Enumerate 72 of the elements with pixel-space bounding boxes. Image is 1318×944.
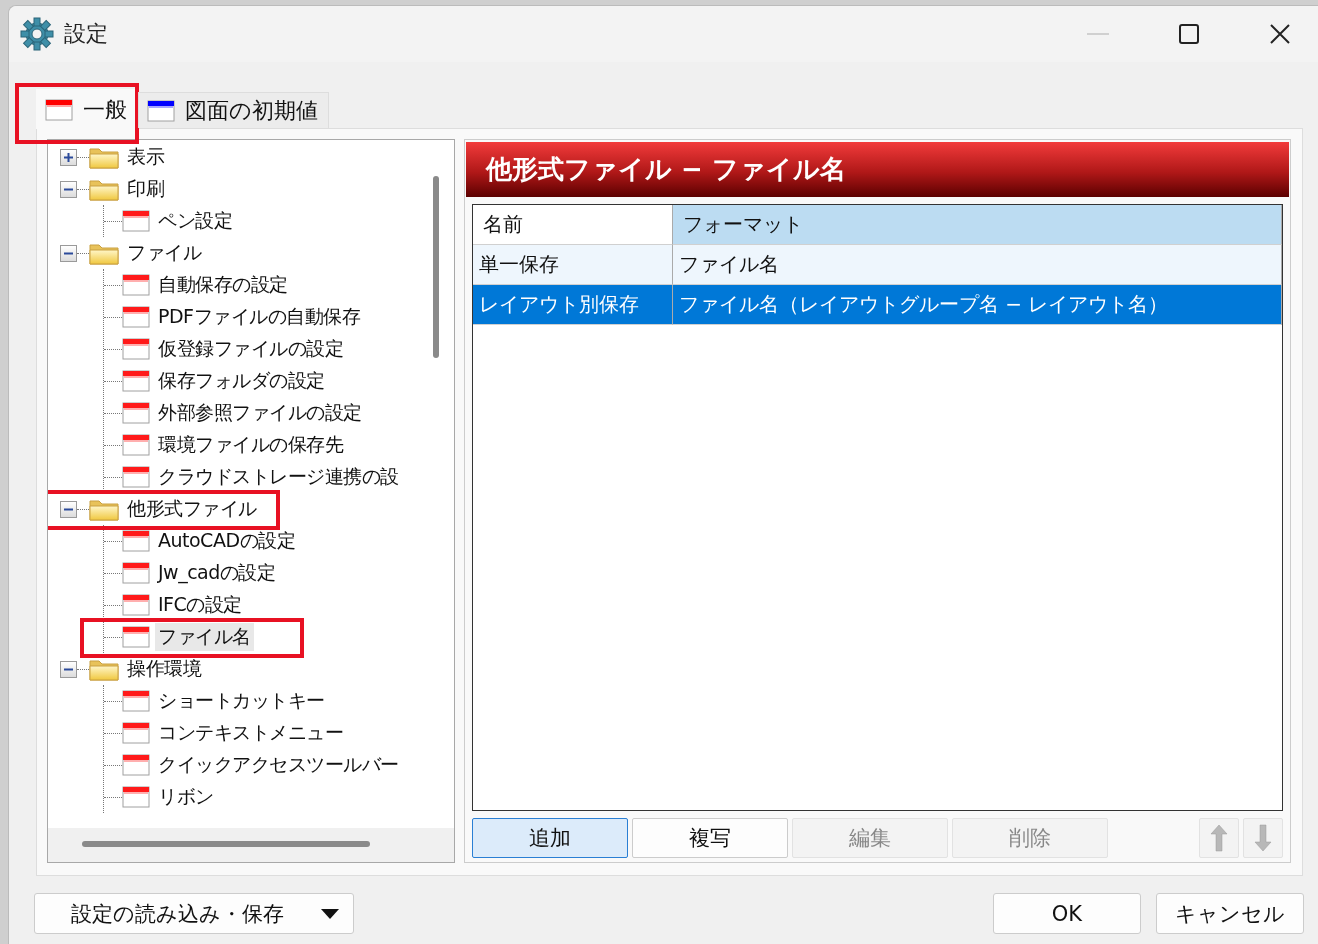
tab[interactable]: 図面の初期値 xyxy=(138,92,329,128)
load-save-menu-button[interactable]: 設定の読み込み・保存 xyxy=(34,893,354,934)
tree-item[interactable]: 他形式ファイル xyxy=(124,495,260,523)
tree-item[interactable]: AutoCADの設定 xyxy=(155,527,298,555)
arrow-down-icon xyxy=(1252,823,1274,853)
tree-item[interactable]: ファイル名 xyxy=(155,623,254,651)
tree-item[interactable]: 印刷 xyxy=(124,175,167,203)
page-icon xyxy=(122,370,150,392)
folder-icon xyxy=(89,497,119,521)
page-icon xyxy=(122,338,150,360)
tree-item[interactable]: 環境ファイルの保存先 xyxy=(155,431,346,459)
tree-item[interactable]: ショートカットキー xyxy=(155,687,328,715)
page-icon xyxy=(122,786,150,808)
dropdown-caret-icon xyxy=(321,908,339,919)
tree-item[interactable]: 保存フォルダの設定 xyxy=(155,367,328,395)
collapse-toggle[interactable] xyxy=(60,660,77,678)
vertical-scrollbar[interactable] xyxy=(433,176,439,358)
tab[interactable]: 一般 xyxy=(36,89,138,129)
tree-item[interactable]: 自動保存の設定 xyxy=(155,271,291,299)
gear-icon xyxy=(20,17,54,51)
folder-icon xyxy=(89,241,119,265)
dialog-button[interactable]: OK xyxy=(993,893,1141,934)
page-icon xyxy=(122,434,150,456)
page-icon xyxy=(122,754,150,776)
collapse-toggle[interactable] xyxy=(60,244,77,262)
tree-item[interactable]: コンテキストメニュー xyxy=(155,719,346,747)
plus-icon xyxy=(64,152,73,162)
tree-item[interactable]: ファイル xyxy=(124,239,204,267)
table-cell[interactable]: 単一保存 xyxy=(473,245,673,285)
tree-item[interactable]: PDFファイルの自動保存 xyxy=(155,303,364,331)
folder-icon xyxy=(89,657,119,681)
tree-item[interactable]: Jw_cadの設定 xyxy=(155,559,279,587)
table-cell[interactable]: レイアウト別保存 xyxy=(473,285,673,325)
tree-item[interactable]: 表示 xyxy=(124,143,167,171)
action-button[interactable]: 追加 xyxy=(472,818,628,858)
page-icon xyxy=(122,690,150,712)
collapse-toggle[interactable] xyxy=(60,500,77,518)
tree-item[interactable]: ペン設定 xyxy=(155,207,235,235)
page-icon xyxy=(122,466,150,488)
action-button[interactable]: 複写 xyxy=(632,818,788,858)
table-cell[interactable]: ファイル名 xyxy=(673,245,1282,285)
horizontal-scrollbar[interactable] xyxy=(82,841,370,847)
panel-header: 他形式ファイル − ファイル名 xyxy=(466,142,1289,197)
table-cell[interactable]: ファイル名（レイアウトグループ名 − レイアウト名） xyxy=(673,285,1282,325)
page-icon xyxy=(122,306,150,328)
page-icon xyxy=(122,210,150,232)
tree-item[interactable]: クイックアクセスツールバー xyxy=(155,751,402,779)
close-icon xyxy=(1269,23,1291,45)
arrow-up-icon xyxy=(1208,823,1230,853)
column-header[interactable]: 名前 xyxy=(473,205,673,245)
window-title: 設定 xyxy=(64,20,108,48)
tree-item[interactable]: 外部参照ファイルの設定 xyxy=(155,399,365,427)
collapse-toggle[interactable] xyxy=(60,180,77,198)
dialog-button[interactable]: キャンセル xyxy=(1156,893,1304,934)
column-header[interactable]: フォーマット xyxy=(673,205,1282,245)
page-icon xyxy=(122,626,150,648)
folder-icon xyxy=(89,145,119,169)
page-icon xyxy=(122,402,150,424)
tree-item[interactable]: 操作環境 xyxy=(124,655,204,683)
folder-icon xyxy=(89,177,119,201)
tree-item[interactable]: クラウドストレージ連携の設 xyxy=(155,463,402,491)
page-icon xyxy=(122,594,150,616)
page-icon xyxy=(122,274,150,296)
tree-item[interactable]: リボン xyxy=(155,783,217,811)
page-icon xyxy=(122,722,150,744)
page-icon xyxy=(122,530,150,552)
maximize-icon xyxy=(1178,23,1200,45)
expand-toggle[interactable] xyxy=(60,148,77,166)
page-icon xyxy=(122,562,150,584)
tree-item[interactable]: 仮登録ファイルの設定 xyxy=(155,335,346,363)
minimize-icon xyxy=(1087,33,1109,35)
tree-item[interactable]: IFCの設定 xyxy=(155,591,245,619)
